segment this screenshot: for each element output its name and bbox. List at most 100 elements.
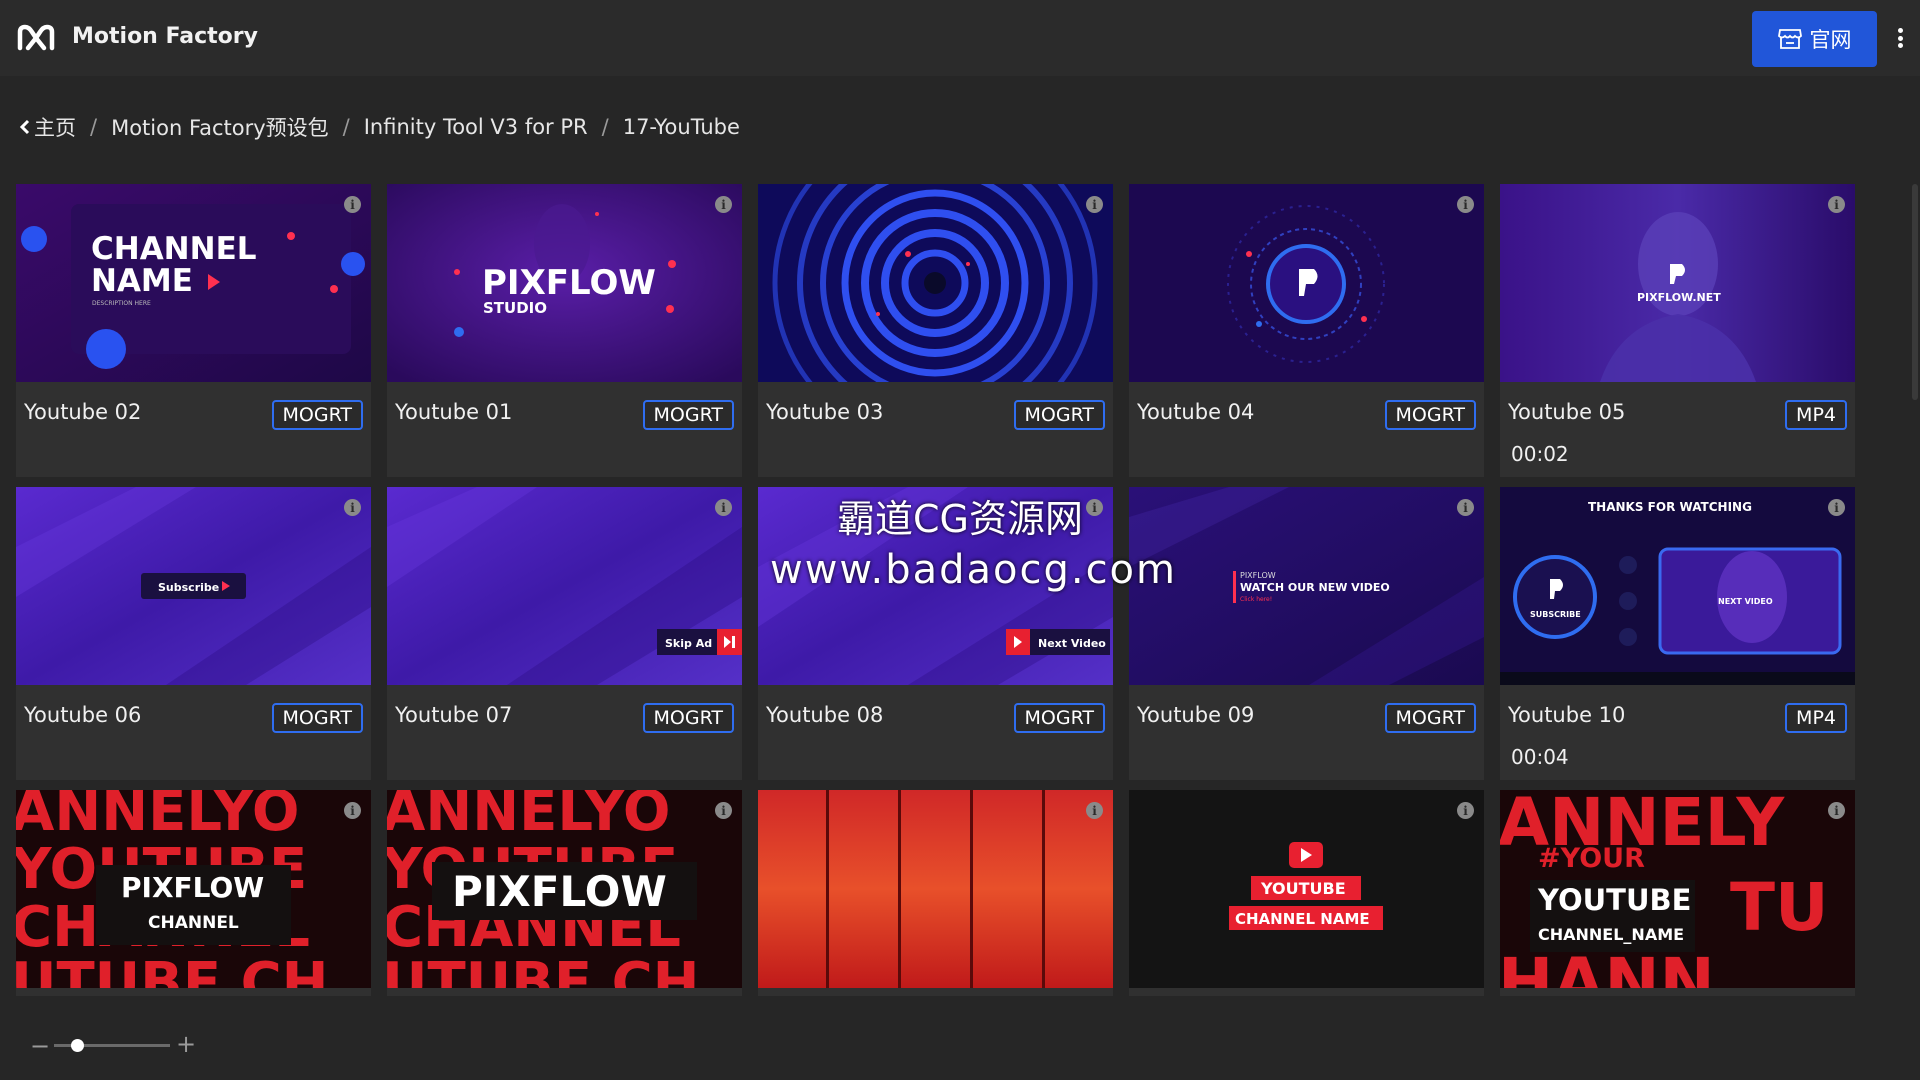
asset-card[interactable]: ANNELY TU HANN #YOUR YOUTUBE CHANNEL_NAM… [1500,790,1855,996]
info-icon[interactable]: i [1457,802,1474,819]
asset-thumbnail[interactable]: ANNELYO YOUTUBE CHANNEL UTUBE CH PIXFLOW… [16,790,371,988]
info-icon[interactable]: i [715,196,732,213]
breadcrumb-home[interactable]: 主页 [20,112,76,142]
format-badge: MP4 [1785,400,1847,430]
breadcrumb-separator: / [90,115,98,139]
asset-thumbnail[interactable]: i [1129,184,1484,382]
thumb-text: Click here! [1240,596,1272,603]
breadcrumb-separator: / [601,115,609,139]
thumb-text: CHANNEL_NAME [1538,925,1684,944]
thumb-text: ANNELYO [16,790,299,844]
format-badge: MOGRT [642,400,734,430]
thumb-text: THANKS FOR WATCHING [1588,500,1752,514]
asset-card[interactable]: i [758,790,1113,996]
info-icon[interactable]: i [1828,196,1845,213]
info-icon[interactable]: i [1828,499,1845,516]
card-title: Youtube 04 [1137,400,1255,424]
info-icon[interactable]: i [715,499,732,516]
asset-card-youtube-07[interactable]: Skip Ad i Youtube 07 MOGRT [387,487,742,780]
thumb-text: Subscribe [158,581,219,594]
thumb-text: NEXT VIDEO [1718,597,1773,606]
asset-thumbnail[interactable]: CHANNEL NAME DESCRIPTION HERE i [16,184,371,382]
asset-thumbnail[interactable]: YOUTUBE CHANNEL NAME i [1129,790,1484,988]
thumb-text: PIXFLOW.NET [1637,291,1721,304]
asset-card[interactable]: YOUTUBE CHANNEL NAME i [1129,790,1484,996]
asset-card-youtube-09[interactable]: PIXFLOW WATCH OUR NEW VIDEO Click here! … [1129,487,1484,780]
info-icon[interactable]: i [715,802,732,819]
asset-card-youtube-01[interactable]: PIXFLOW STUDIO i Youtube 01 MOGRT [387,184,742,477]
info-icon[interactable]: i [344,196,361,213]
asset-thumbnail[interactable]: PIXFLOW WATCH OUR NEW VIDEO Click here! … [1129,487,1484,685]
breadcrumb-motion-factory-presets[interactable]: Motion Factory预设包 [111,112,329,142]
format-badge: MOGRT [271,400,363,430]
asset-thumbnail[interactable]: ANNELYO YOUTUBE CHANNEL UTUBE CH PIXFLOW… [387,790,742,988]
asset-thumbnail[interactable]: PIXFLOW.NET i [1500,184,1855,382]
asset-thumbnail[interactable]: PIXFLOW STUDIO i [387,184,742,382]
card-title: Youtube 01 [395,400,513,424]
thumb-text: PIXFLOW [1240,571,1276,580]
duration: 00:02 [1511,442,1569,466]
format-badge: MOGRT [1013,703,1105,733]
asset-thumbnail[interactable]: THANKS FOR WATCHING SUBSCRIBE NEXT VIDEO… [1500,487,1855,685]
zoom-out-button[interactable]: − [30,1032,50,1060]
thumb-text: WATCH OUR NEW VIDEO [1240,581,1390,594]
asset-thumbnail[interactable]: i [758,790,1113,988]
thumb-text: PIXFLOW [482,263,656,303]
thumb-text: Skip Ad [665,637,712,650]
asset-card[interactable]: ANNELYO YOUTUBE CHANNEL UTUBE CH PIXFLOW… [16,790,371,996]
thumb-text: ANNELYO [387,790,670,844]
asset-thumbnail[interactable]: i [758,184,1113,382]
thumb-text: CHANNEL [148,913,239,933]
footer-bar [0,996,1920,1080]
card-title: Youtube 07 [395,703,513,727]
storefront-icon [1777,29,1802,49]
asset-card[interactable]: ANNELYO YOUTUBE CHANNEL UTUBE CH PIXFLOW… [387,790,742,996]
info-icon[interactable]: i [1086,802,1103,819]
info-icon[interactable]: i [344,802,361,819]
asset-card-youtube-02[interactable]: CHANNEL NAME DESCRIPTION HERE i Youtube … [16,184,371,477]
official-site-button[interactable]: 官网 [1752,11,1877,67]
more-vertical-icon[interactable] [1892,22,1908,54]
breadcrumb-home-label: 主页 [34,116,76,140]
watermark-line-1: 霸道CG资源网 [837,497,1083,541]
thumb-text: YOUTUBE [1260,879,1346,898]
info-icon[interactable]: i [1828,802,1845,819]
asset-card-youtube-06[interactable]: Subscribe i Youtube 06 MOGRT [16,487,371,780]
asset-card-youtube-10[interactable]: THANKS FOR WATCHING SUBSCRIBE NEXT VIDEO… [1500,487,1855,780]
asset-card-youtube-03[interactable]: i Youtube 03 MOGRT [758,184,1113,477]
info-icon[interactable]: i [1457,499,1474,516]
info-icon[interactable]: i [1457,196,1474,213]
thumb-text: DESCRIPTION HERE [92,300,151,307]
format-badge: MOGRT [1384,703,1476,733]
info-icon[interactable]: i [344,499,361,516]
card-title: Youtube 10 [1508,703,1626,727]
asset-card-youtube-04[interactable]: i Youtube 04 MOGRT [1129,184,1484,477]
asset-card-youtube-05[interactable]: PIXFLOW.NET i Youtube 05 MP4 00:02 [1500,184,1855,477]
app-title: Motion Factory [72,24,258,49]
thumb-text: SUBSCRIBE [1530,610,1581,619]
thumb-text: YOUTUBE [1537,883,1691,917]
watermark-line-2: www.badaocg.com [770,547,1177,593]
card-title: Youtube 08 [766,703,884,727]
asset-thumbnail[interactable]: Subscribe i [16,487,371,685]
thumb-text: Next Video [1038,637,1106,650]
format-badge: MOGRT [271,703,363,733]
asset-thumbnail[interactable]: ANNELY TU HANN #YOUR YOUTUBE CHANNEL_NAM… [1500,790,1855,988]
thumb-text: CHANNEL [91,231,257,267]
info-icon[interactable]: i [1086,196,1103,213]
duration: 00:04 [1511,745,1569,769]
card-title: Youtube 09 [1137,703,1255,727]
breadcrumb-infinity-tool[interactable]: Infinity Tool V3 for PR [364,115,588,139]
motion-factory-logo-icon[interactable] [16,22,56,54]
zoom-in-button[interactable]: + [176,1030,196,1058]
card-title: Youtube 03 [766,400,884,424]
thumb-text: #YOUR [1538,843,1645,874]
format-badge: MOGRT [1384,400,1476,430]
asset-thumbnail[interactable]: Skip Ad i [387,487,742,685]
thumb-text: PIXFLOW [452,867,667,916]
official-site-label: 官网 [1809,28,1852,52]
vertical-scrollbar[interactable] [1912,184,1918,400]
breadcrumb-separator: / [342,115,350,139]
format-badge: MP4 [1785,703,1847,733]
thumb-text: UTUBE CH [387,951,700,988]
